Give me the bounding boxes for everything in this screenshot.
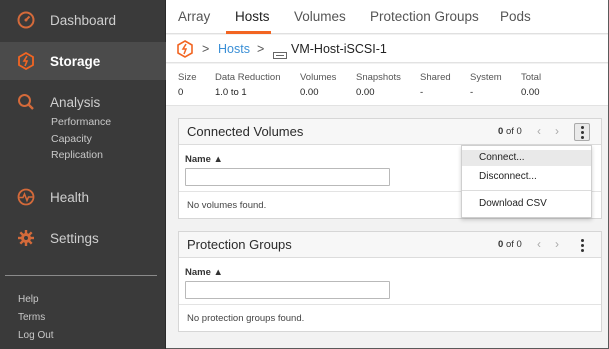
- chevron-left-icon[interactable]: ‹: [537, 124, 541, 138]
- top-tabs: Array Hosts Volumes Protection Groups Po…: [166, 0, 608, 34]
- host-server-icon: [273, 46, 287, 59]
- name-filter-input[interactable]: [185, 281, 390, 299]
- stat-value-system: -: [470, 87, 474, 98]
- nav-sub-capacity[interactable]: Capacity: [51, 131, 92, 148]
- nav-settings[interactable]: Settings: [0, 226, 166, 250]
- nav-label: Health: [50, 189, 90, 205]
- menu-divider: [462, 190, 591, 191]
- chevron-right-icon[interactable]: ›: [555, 124, 559, 138]
- empty-message: No protection groups found.: [187, 313, 305, 324]
- panel-header: Protection Groups 0 of 0 ‹ ›: [179, 232, 601, 258]
- nav-label: Storage: [50, 53, 101, 69]
- breadcrumb-separator: >: [202, 42, 210, 56]
- stat-header-data-reduction: Data Reduction: [215, 72, 281, 83]
- tab-array[interactable]: Array: [178, 9, 210, 24]
- help-link[interactable]: Help: [18, 294, 39, 305]
- pager-status: 0 of 0: [498, 239, 522, 250]
- tab-pods[interactable]: Pods: [500, 9, 531, 24]
- stat-value-data-reduction: 1.0 to 1: [215, 87, 247, 98]
- stat-header-shared: Shared: [420, 72, 451, 83]
- logout-link[interactable]: Log Out: [18, 330, 54, 341]
- menu-item-disconnect[interactable]: Disconnect...: [462, 169, 591, 185]
- nav-sub-performance[interactable]: Performance: [51, 114, 111, 131]
- active-tab-indicator: [226, 31, 271, 34]
- name-column-header[interactable]: Name ▲: [185, 154, 223, 165]
- stat-value-shared: -: [420, 87, 424, 98]
- nav-health[interactable]: Health: [0, 185, 166, 209]
- nav-storage[interactable]: Storage: [0, 42, 166, 80]
- stat-value-snapshots: 0.00: [356, 87, 375, 98]
- menu-item-download-csv[interactable]: Download CSV: [462, 196, 591, 212]
- breadcrumb-current: VM-Host-iSCSI-1: [291, 42, 387, 56]
- sidebar-divider: [5, 275, 157, 276]
- health-pulse-icon: [17, 188, 35, 206]
- tab-volumes[interactable]: Volumes: [294, 9, 346, 24]
- breadcrumb-hosts-link[interactable]: Hosts: [218, 42, 250, 56]
- menu-item-connect[interactable]: Connect...: [462, 150, 591, 166]
- more-options-icon[interactable]: [574, 236, 590, 254]
- stat-header-size: Size: [178, 72, 197, 83]
- protection-groups-panel: Protection Groups 0 of 0 ‹ › Name ▲ No p…: [178, 231, 602, 332]
- options-dropdown-menu: Connect... Disconnect... Download CSV: [461, 145, 592, 218]
- stat-header-snapshots: Snapshots: [356, 72, 401, 83]
- storage-shield-icon: [17, 52, 35, 70]
- name-column-header[interactable]: Name ▲: [185, 267, 223, 278]
- stat-value-volumes: 0.00: [300, 87, 319, 98]
- breadcrumb: > Hosts > VM-Host-iSCSI-1: [166, 35, 608, 63]
- settings-gear-icon: [17, 229, 35, 247]
- empty-message: No volumes found.: [187, 200, 267, 211]
- panel-title: Protection Groups: [187, 237, 292, 252]
- nav-label: Dashboard: [50, 12, 117, 28]
- storage-shield-icon: [176, 40, 194, 58]
- panel-header: Connected Volumes 0 of 0 ‹ ›: [179, 119, 601, 145]
- breadcrumb-separator: >: [257, 42, 265, 56]
- stat-header-volumes: Volumes: [300, 72, 337, 83]
- host-stats: Size Data Reduction Volumes Snapshots Sh…: [166, 64, 608, 106]
- row-divider: [179, 304, 601, 305]
- more-options-icon[interactable]: [574, 123, 590, 141]
- pager-status: 0 of 0: [498, 126, 522, 137]
- tab-hosts[interactable]: Hosts: [235, 9, 270, 24]
- panel-title: Connected Volumes: [187, 124, 304, 139]
- stat-value-total: 0.00: [521, 87, 540, 98]
- nav-label: Analysis: [50, 94, 101, 110]
- tab-protection-groups[interactable]: Protection Groups: [370, 9, 479, 24]
- nav-sub-replication[interactable]: Replication: [51, 147, 103, 164]
- terms-link[interactable]: Terms: [18, 312, 45, 323]
- stat-header-total: Total: [521, 72, 542, 83]
- stat-header-system: System: [470, 72, 502, 83]
- chevron-right-icon[interactable]: ›: [555, 237, 559, 251]
- sidebar: Dashboard Storage Analysis Performance C…: [0, 0, 166, 349]
- nav-analysis[interactable]: Analysis: [0, 90, 166, 114]
- nav-label: Settings: [50, 230, 99, 246]
- nav-dashboard[interactable]: Dashboard: [0, 8, 166, 32]
- stat-value-size: 0: [178, 87, 184, 98]
- name-filter-input[interactable]: [185, 168, 390, 186]
- dashboard-gauge-icon: [17, 11, 35, 29]
- analysis-magnifier-icon: [17, 93, 35, 111]
- chevron-left-icon[interactable]: ‹: [537, 237, 541, 251]
